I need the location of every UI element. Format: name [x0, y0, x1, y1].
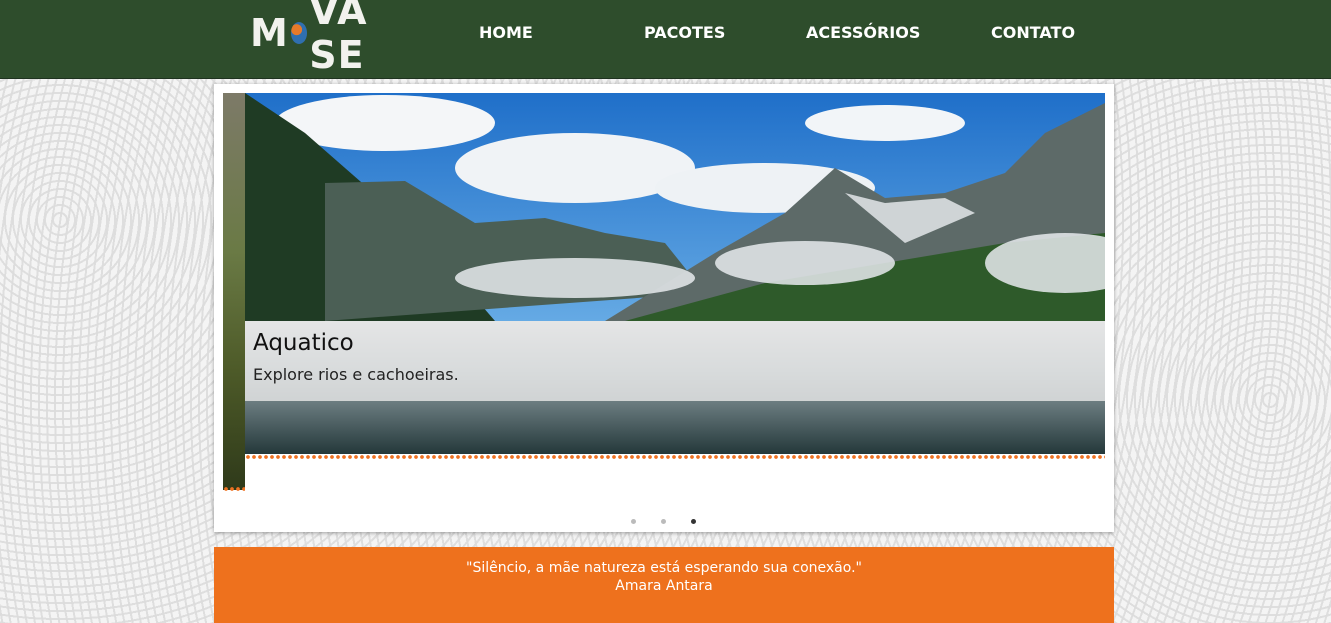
carousel-indicator-1[interactable] — [631, 519, 636, 524]
nav-home[interactable]: HOME — [479, 22, 533, 44]
previous-slide-peek[interactable] — [223, 93, 245, 490]
slide-description: Explore rios e cachoeiras. — [253, 365, 459, 384]
slide-title: Aquatico — [253, 330, 354, 356]
quote-section: "Silêncio, a mãe natureza está esperando… — [214, 547, 1114, 623]
logo-text-right: VA SE — [309, 0, 368, 77]
globe-icon — [290, 22, 308, 44]
next-arrow-icon[interactable]: ‹ — [1108, 336, 1116, 348]
previous-slide-dotted-border — [223, 486, 245, 492]
quote-text: "Silêncio, a mãe natureza está esperando… — [466, 560, 862, 576]
site-logo[interactable]: M VA SE — [250, 0, 405, 77]
logo-text-left: M — [250, 11, 289, 55]
quote-author: Amara Antara — [615, 578, 713, 594]
nav-pacotes[interactable]: PACOTES — [644, 22, 725, 44]
header-bar: M VA SE HOME PACOTES ACESSÓRIOS CONTATO — [0, 0, 1331, 79]
carousel-indicator-3[interactable] — [691, 519, 696, 524]
nav-contato[interactable]: CONTATO — [991, 22, 1075, 44]
carousel-indicator-2[interactable] — [661, 519, 666, 524]
slide-dotted-border — [245, 454, 1105, 460]
nav-acessorios[interactable]: ACESSÓRIOS — [806, 22, 920, 44]
slide-caption-panel — [245, 321, 1105, 401]
